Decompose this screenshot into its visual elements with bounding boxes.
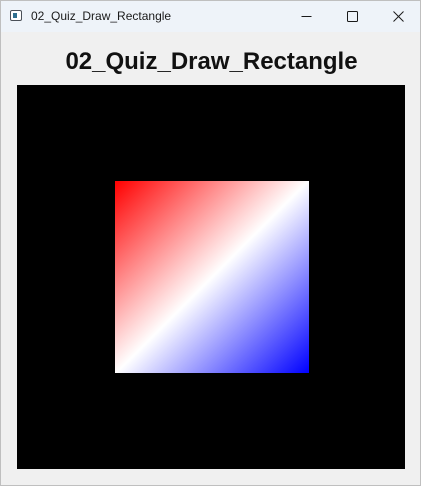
page-heading: 02_Quiz_Draw_Rectangle [65,48,358,75]
close-button[interactable] [375,1,421,32]
window-title: 02_Quiz_Draw_Rectangle [31,9,172,23]
minimize-button[interactable] [283,1,329,32]
close-icon [392,11,404,22]
app-window-icon [10,10,22,21]
minimize-icon [301,16,311,17]
gradient-rectangle [115,181,309,373]
app-window: 02_Quiz_Draw_Rectangle 02_Quiz_Draw_Rect… [0,0,421,486]
drawing-canvas[interactable] [17,85,405,469]
maximize-icon [346,11,358,22]
title-bar[interactable]: 02_Quiz_Draw_Rectangle [1,1,420,32]
maximize-button[interactable] [329,1,375,32]
